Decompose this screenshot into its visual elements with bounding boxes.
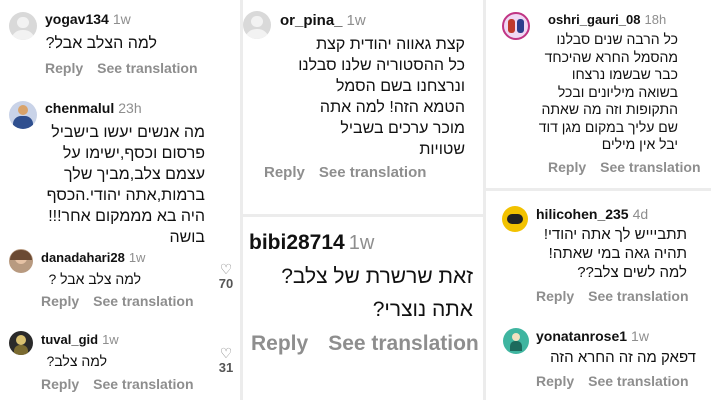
like-count[interactable]: ♡ 31: [214, 346, 238, 375]
avatar[interactable]: [503, 328, 529, 354]
comment-time: 1w: [128, 250, 146, 265]
comment-time: 4d: [632, 206, 649, 222]
avatar[interactable]: [9, 101, 37, 129]
comment-text: כל הרבה שנים סבלנו מהסמל החרא שהיכחד כבר…: [538, 31, 678, 152]
comment-text: מה אנשים יעשו בישביל פרסום וכסף,ישימו על…: [46, 124, 205, 246]
comment-username[interactable]: yonatanrose1 1w: [536, 328, 649, 344]
comment-username[interactable]: tuval_gid 1w: [41, 332, 119, 347]
comment-username[interactable]: danadahari28 1w: [41, 250, 145, 265]
comment-text: למה צלב אבל ?: [48, 271, 141, 287]
comment-text: למה צלב?: [46, 353, 107, 369]
comment-actions: Reply See translation: [45, 60, 212, 76]
middle-panel: or_pina_ 1w קצת גאווה יהודית קצת כל ההסטו…: [243, 0, 483, 400]
avatar[interactable]: [502, 206, 528, 232]
see-translation-button[interactable]: See translation: [600, 159, 700, 175]
reply-button[interactable]: Reply: [548, 159, 586, 175]
reply-button[interactable]: Reply: [251, 332, 308, 355]
heart-icon[interactable]: ♡: [214, 346, 238, 360]
comment-text: דפאק מה זה החרא הזה: [550, 349, 696, 366]
reply-button[interactable]: Reply: [536, 373, 574, 389]
comment-actions: Reply See translation: [536, 373, 703, 389]
comment-time: 1w: [346, 12, 366, 29]
reply-button[interactable]: Reply: [536, 288, 574, 304]
comment-username[interactable]: chenmalul 23h: [45, 100, 142, 116]
see-translation-button[interactable]: See translation: [97, 60, 197, 76]
avatar[interactable]: [9, 12, 37, 40]
comment-username[interactable]: or_pina_ 1w: [280, 12, 366, 29]
right-panel: oshri_gauri_08 18h כל הרבה שנים סבלנו מהס…: [486, 0, 711, 400]
comment-text: למה הצלב אבל?: [45, 35, 157, 52]
comment-actions: Reply See translation: [41, 293, 208, 309]
reply-button[interactable]: Reply: [41, 293, 79, 309]
reply-button[interactable]: Reply: [45, 60, 83, 76]
comment-time: 23h: [118, 100, 142, 116]
reply-button[interactable]: Reply: [264, 164, 305, 181]
comment-text: תתביייש לך אתה יהודי! תהיה גאה במי שאתה!…: [543, 226, 687, 281]
avatar[interactable]: [502, 12, 530, 40]
reply-button[interactable]: Reply: [41, 376, 79, 392]
comment-actions: Reply See translation: [41, 376, 208, 392]
comment-actions: Reply See translation: [264, 164, 440, 181]
comment-username[interactable]: yogav134 1w: [45, 11, 131, 27]
comment-actions: Reply See translation: [536, 288, 703, 304]
separator: [486, 188, 711, 191]
comment-username[interactable]: hilicohen_235 4d: [536, 206, 648, 222]
avatar[interactable]: [9, 249, 33, 273]
comment-actions: Reply See translation: [251, 332, 483, 356]
see-translation-button[interactable]: See translation: [328, 332, 479, 355]
like-count[interactable]: ♡ 70: [214, 262, 238, 291]
heart-icon[interactable]: ♡: [214, 262, 238, 276]
avatar[interactable]: [9, 331, 33, 355]
comment-time: 18h: [644, 12, 667, 27]
see-translation-button[interactable]: See translation: [93, 293, 193, 309]
comment-username[interactable]: oshri_gauri_08 18h: [548, 12, 666, 27]
see-translation-button[interactable]: See translation: [588, 373, 688, 389]
comment-username[interactable]: bibi28714 1w: [249, 231, 374, 255]
left-panel: yogav134 1w למה הצלב אבל? Reply See transl…: [0, 0, 215, 400]
comment-text: זאת שרשרת של צלב? אתה נוצרי?: [281, 265, 473, 321]
see-translation-button[interactable]: See translation: [588, 288, 688, 304]
avatar[interactable]: [243, 11, 271, 39]
see-translation-button[interactable]: See translation: [93, 376, 193, 392]
comment-actions: Reply See translation: [548, 159, 711, 175]
comment-time: 1w: [112, 11, 131, 27]
separator: [243, 214, 483, 217]
see-translation-button[interactable]: See translation: [319, 164, 427, 181]
comment-time: 1w: [631, 328, 649, 344]
comment-text: קצת גאווה יהודית קצת כל ההסטוריה שלנו סב…: [298, 36, 465, 158]
comment-time: 1w: [348, 232, 375, 254]
comment-time: 1w: [102, 332, 119, 347]
